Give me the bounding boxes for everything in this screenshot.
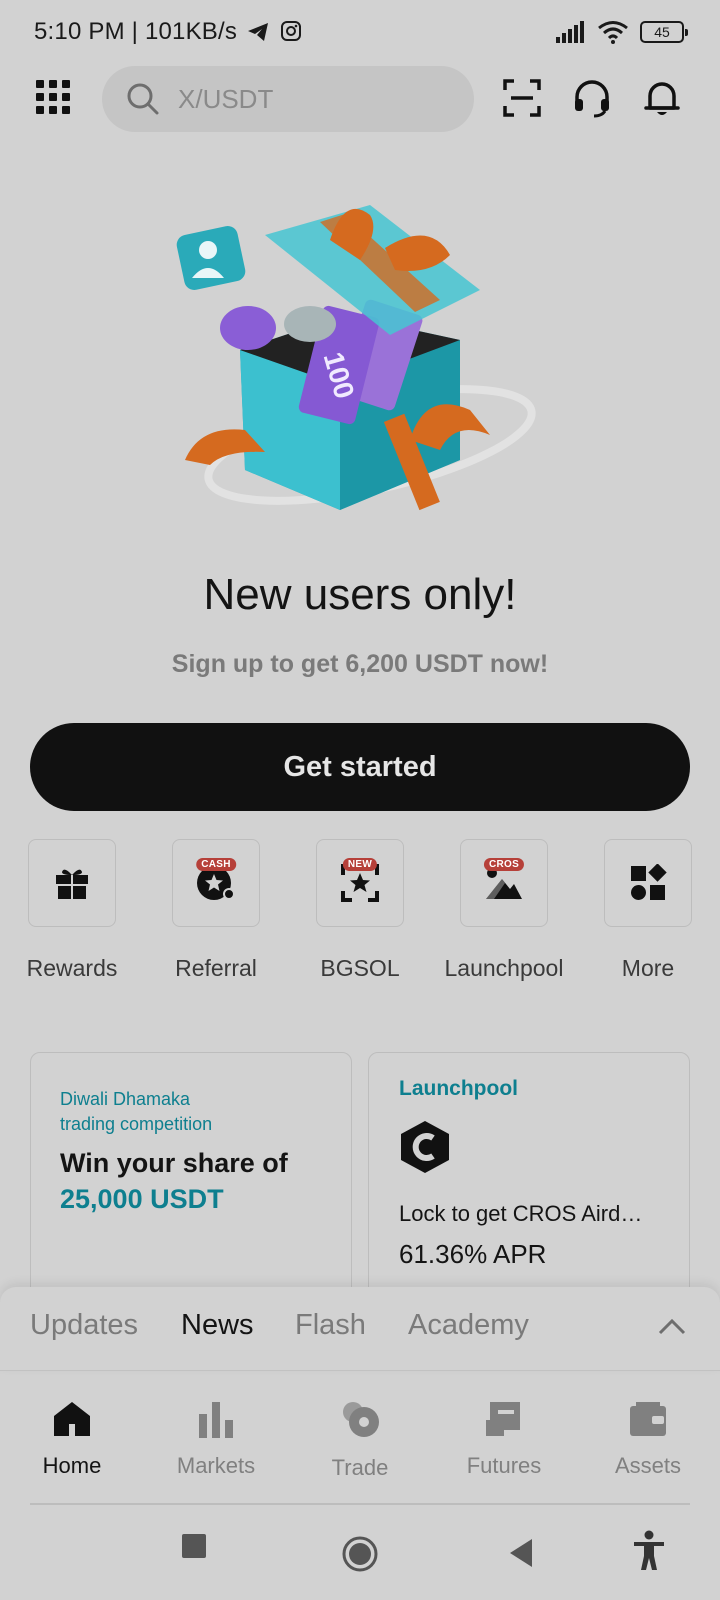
back-icon[interactable] bbox=[508, 1538, 534, 1568]
promo-kicker-line2: trading competition bbox=[60, 1114, 213, 1134]
home-circle-icon[interactable] bbox=[341, 1535, 379, 1573]
notification-bell-icon[interactable] bbox=[642, 78, 682, 118]
status-time: 5:10 PM | 101KB/s bbox=[34, 18, 238, 45]
cash-badge: CASH bbox=[196, 858, 236, 871]
nav-markets-label: Markets bbox=[176, 1453, 256, 1478]
tab-flash[interactable]: Flash bbox=[295, 1309, 366, 1342]
apps-grid-icon[interactable] bbox=[36, 80, 70, 114]
promo-title-amount: 25,000 USDT bbox=[60, 1184, 224, 1214]
tab-updates[interactable]: Updates bbox=[30, 1309, 138, 1342]
more-shapes-icon bbox=[631, 864, 667, 900]
nav-markets[interactable]: Markets bbox=[151, 1400, 281, 1479]
launchpool-card[interactable]: Launchpool Lock to get CROS Aird… 61.36%… bbox=[368, 1052, 690, 1302]
assets-icon bbox=[630, 1402, 666, 1436]
search-bar[interactable]: X/USDT bbox=[102, 66, 474, 132]
nav-futures[interactable]: Futures bbox=[439, 1400, 569, 1479]
nav-home[interactable]: Home bbox=[7, 1400, 137, 1479]
trade-icon bbox=[343, 1402, 379, 1437]
nav-assets-label: Assets bbox=[614, 1453, 682, 1478]
scan-icon[interactable] bbox=[502, 78, 542, 118]
launchpool-kicker: Launchpool bbox=[399, 1077, 518, 1100]
trading-competition-card[interactable]: Diwali Dhamaka trading competition Win y… bbox=[30, 1052, 352, 1302]
gift-icon bbox=[56, 869, 88, 899]
instagram-icon bbox=[281, 21, 301, 41]
chevron-up-icon[interactable] bbox=[658, 1317, 686, 1335]
signal-icon bbox=[556, 21, 584, 43]
get-started-button[interactable]: Get started bbox=[30, 723, 690, 811]
status-right: 45 bbox=[556, 20, 688, 44]
launchpool-apr: 61.36% APR bbox=[399, 1239, 547, 1269]
referral-tile[interactable]: CASH bbox=[172, 839, 260, 927]
search-icon bbox=[127, 83, 159, 115]
wifi-icon bbox=[598, 21, 628, 44]
rewards-label: Rewards bbox=[26, 955, 118, 981]
more-label: More bbox=[621, 955, 675, 981]
new-badge: NEW bbox=[342, 858, 378, 871]
nav-trade[interactable]: Trade bbox=[295, 1400, 425, 1481]
tab-news[interactable]: News bbox=[181, 1309, 254, 1342]
nav-futures-label: Futures bbox=[466, 1453, 542, 1478]
launchpool-tile[interactable]: CROS bbox=[460, 839, 548, 927]
nav-divider bbox=[30, 1503, 690, 1505]
launchpool-label: Launchpool bbox=[444, 955, 564, 981]
battery-icon: 45 bbox=[640, 21, 688, 43]
launchpool-description: Lock to get CROS Aird… bbox=[399, 1201, 643, 1226]
subline: Sign up to get 6,200 USDT now! bbox=[171, 650, 549, 678]
cros-badge: CROS bbox=[483, 858, 525, 871]
nav-trade-label: Trade bbox=[331, 1455, 389, 1480]
telegram-icon bbox=[248, 23, 268, 41]
nav-home-label: Home bbox=[42, 1453, 102, 1478]
home-icon bbox=[54, 1402, 90, 1436]
nav-assets[interactable]: Assets bbox=[583, 1400, 713, 1479]
referral-label: Referral bbox=[175, 955, 257, 981]
status-left-icons bbox=[246, 20, 302, 44]
news-tabs-sheet: Updates News Flash Academy bbox=[0, 1287, 720, 1371]
recent-apps-icon[interactable] bbox=[181, 1533, 207, 1559]
rewards-tile[interactable] bbox=[28, 839, 116, 927]
more-tile[interactable] bbox=[604, 839, 692, 927]
promo-title-line1: Win your share of bbox=[60, 1148, 288, 1178]
promo-kicker-line1: Diwali Dhamaka bbox=[60, 1089, 191, 1109]
support-headset-icon[interactable] bbox=[572, 78, 612, 118]
markets-icon bbox=[199, 1402, 233, 1438]
cros-token-icon bbox=[401, 1121, 449, 1173]
tab-academy[interactable]: Academy bbox=[408, 1309, 529, 1342]
futures-icon bbox=[486, 1402, 520, 1436]
accessibility-icon[interactable] bbox=[632, 1530, 666, 1572]
search-placeholder: X/USDT bbox=[178, 83, 274, 114]
gift-box-illustration: 100 bbox=[176, 205, 536, 511]
bgsol-tile[interactable]: NEW bbox=[316, 839, 404, 927]
headline: New users only! bbox=[203, 570, 517, 619]
bgsol-label: BGSOL bbox=[320, 955, 400, 981]
